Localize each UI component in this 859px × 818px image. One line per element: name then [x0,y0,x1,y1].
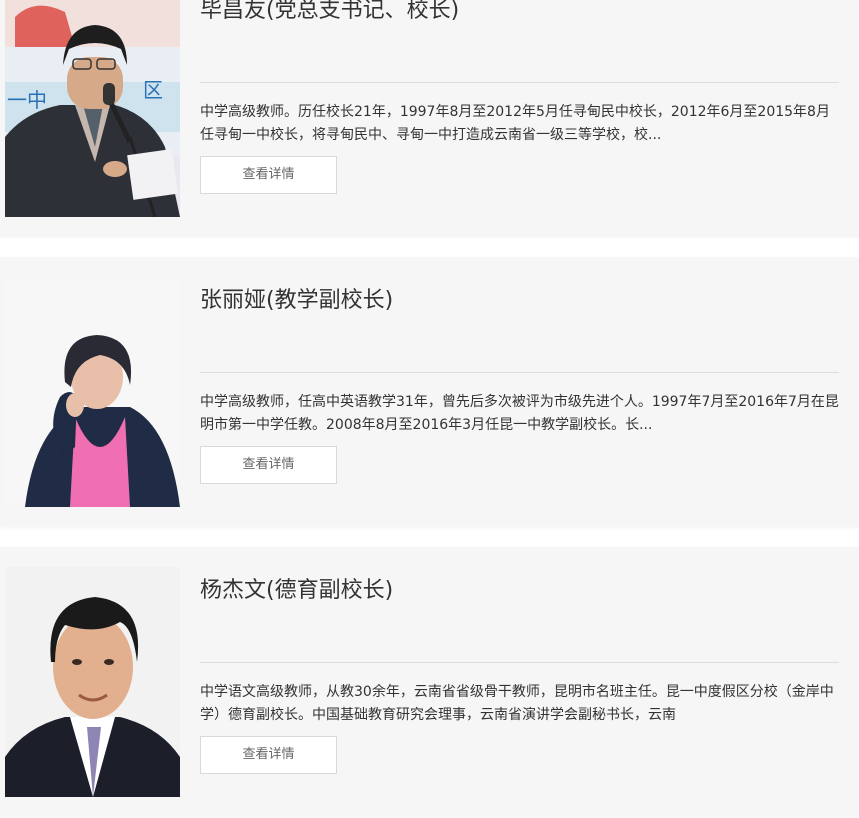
portrait-image [5,567,180,797]
portrait-image: 一中 区 [5,0,180,217]
divider [200,372,839,373]
staff-name: 张丽娅(教学副校长) [200,288,394,313]
staff-photo[interactable] [5,277,180,507]
staff-description: 中学高级教师。历任校长21年，1997年8月至2012年5月任寻甸民中校长，20… [200,104,830,143]
svg-text:区: 区 [143,78,163,102]
divider [200,82,839,83]
staff-list: 一中 区 毕昌友(党总支书记、校长) 中学高级教师。历任校长21年，1997年8… [0,0,859,818]
view-details-button[interactable]: 查看详情 [200,446,337,484]
staff-card: 一中 区 毕昌友(党总支书记、校长) 中学高级教师。历任校长21年，1997年8… [0,0,859,237]
staff-card: 张丽娅(教学副校长) 中学高级教师，任高中英语教学31年，曾先后多次被评为市级先… [0,257,859,527]
staff-description: 中学语文高级教师，从教30余年，云南省省级骨干教师，昆明市名班主任。昆一中度假区… [200,684,834,723]
view-details-button[interactable]: 查看详情 [200,156,337,194]
staff-photo[interactable]: 一中 区 [5,0,180,217]
staff-name: 毕昌友(党总支书记、校长) [200,0,460,23]
svg-text:一中: 一中 [7,88,47,112]
staff-photo[interactable] [5,567,180,797]
staff-card: 杨杰文(德育副校长) 中学语文高级教师，从教30余年，云南省省级骨干教师，昆明市… [0,547,859,817]
divider [200,662,839,663]
portrait-image [5,277,180,507]
view-details-button[interactable]: 查看详情 [200,736,337,774]
staff-description: 中学高级教师，任高中英语教学31年，曾先后多次被评为市级先进个人。1997年7月… [200,394,839,433]
staff-name: 杨杰文(德育副校长) [200,578,394,603]
